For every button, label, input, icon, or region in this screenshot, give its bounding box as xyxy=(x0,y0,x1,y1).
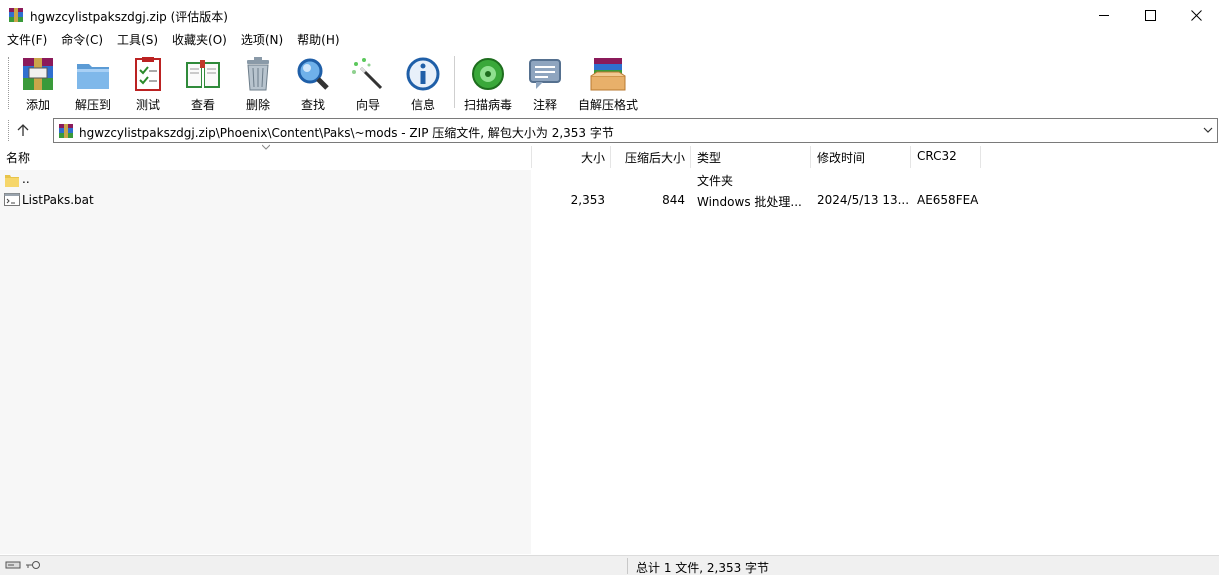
name-column-area xyxy=(0,170,531,554)
view-button[interactable]: 查看 xyxy=(180,56,226,112)
title-bar: hgwzcylistpakszdgj.zip (评估版本) xyxy=(0,0,1219,31)
wizard-wand-icon xyxy=(352,58,383,90)
wizard-button[interactable]: 向导 xyxy=(348,56,388,112)
column-divider[interactable] xyxy=(910,146,911,168)
table-row[interactable]: ListPaks.bat 2,353 844 Windows 批处理... 20… xyxy=(0,191,1219,211)
add-button[interactable]: 添加 xyxy=(18,56,58,112)
delete-label: 删除 xyxy=(245,98,270,112)
scan-virus-label: 扫描病毒 xyxy=(463,98,512,112)
maximize-icon xyxy=(1144,10,1156,21)
maximize-button[interactable] xyxy=(1127,0,1173,31)
batch-file-icon xyxy=(4,193,20,206)
info-icon xyxy=(406,57,440,91)
menu-help[interactable]: 帮助(H) xyxy=(290,31,346,51)
comment-icon xyxy=(529,59,561,89)
winrar-window: hgwzcylistpakszdgj.zip (评估版本) 文件(F) 命令(C… xyxy=(0,0,1219,575)
winrar-icon xyxy=(9,8,23,22)
status-divider xyxy=(627,558,628,574)
file-list: 名称 大小 压缩后大小 类型 修改时间 CRC32 .. 文件夹 ListPak… xyxy=(0,144,1219,554)
col-header-name[interactable]: 名称 xyxy=(6,149,30,167)
wizard-label: 向导 xyxy=(355,98,380,112)
column-divider[interactable] xyxy=(980,146,981,168)
close-icon xyxy=(1190,10,1202,21)
toolbar: 添加 解压到 测试 查看 删除 查找 向导 信息 扫描病毒 注释 自解压格式 xyxy=(0,51,1219,114)
key-icon[interactable] xyxy=(25,559,41,571)
status-bar: 总计 1 文件, 2,353 字节 xyxy=(0,555,1219,575)
file-size: 2,353 xyxy=(570,193,605,207)
drive-icon[interactable] xyxy=(5,559,21,571)
menu-file[interactable]: 文件(F) xyxy=(0,31,54,51)
close-button[interactable] xyxy=(1173,0,1219,31)
trash-icon xyxy=(247,57,269,91)
window-title: hgwzcylistpakszdgj.zip (评估版本) xyxy=(30,10,228,24)
comment-button[interactable]: 注释 xyxy=(525,56,565,112)
file-type: Windows 批处理... xyxy=(697,195,802,209)
comment-label: 注释 xyxy=(532,98,557,112)
table-row[interactable]: .. 文件夹 xyxy=(0,170,1219,190)
chevron-down-icon[interactable] xyxy=(1203,125,1213,135)
toolbar-separator xyxy=(454,56,455,108)
test-button[interactable]: 测试 xyxy=(128,56,168,112)
col-header-size[interactable]: 大小 xyxy=(560,149,605,167)
minimize-icon xyxy=(1098,15,1109,16)
file-name: ListPaks.bat xyxy=(22,193,94,207)
magnifier-icon xyxy=(297,58,329,90)
add-archive-icon xyxy=(23,58,53,90)
up-folder-button[interactable] xyxy=(14,119,32,141)
file-crc: AE658FEA xyxy=(917,193,979,207)
file-packed-size: 844 xyxy=(662,193,685,207)
extract-folder-icon xyxy=(77,64,109,89)
file-type: 文件夹 xyxy=(697,174,734,188)
find-button[interactable]: 查找 xyxy=(293,56,333,112)
col-header-crc[interactable]: CRC32 xyxy=(917,149,957,167)
status-icons xyxy=(5,559,41,574)
address-combobox[interactable]: hgwzcylistpakszdgj.zip\Phoenix\Content\P… xyxy=(53,118,1218,143)
minimize-button[interactable] xyxy=(1081,0,1127,31)
file-modified: 2024/5/13 13... xyxy=(817,193,910,207)
address-row: hgwzcylistpakszdgj.zip\Phoenix\Content\P… xyxy=(0,116,1219,145)
arrow-up-icon xyxy=(17,124,29,136)
info-label: 信息 xyxy=(410,98,435,112)
menu-tools[interactable]: 工具(S) xyxy=(110,31,165,51)
info-button[interactable]: 信息 xyxy=(403,56,443,112)
extract-to-label: 解压到 xyxy=(74,98,111,112)
view-book-icon xyxy=(186,60,220,88)
add-label: 添加 xyxy=(25,98,50,112)
test-label: 测试 xyxy=(135,98,160,112)
menu-options[interactable]: 选项(N) xyxy=(234,31,290,51)
view-label: 查看 xyxy=(190,98,215,112)
col-header-modified[interactable]: 修改时间 xyxy=(817,149,865,167)
toolbar-grip[interactable] xyxy=(8,57,10,109)
sfx-label: 自解压格式 xyxy=(577,98,638,112)
address-grip[interactable] xyxy=(8,120,10,141)
menu-favorites[interactable]: 收藏夹(O) xyxy=(165,31,234,51)
zip-archive-icon xyxy=(59,124,73,138)
folder-icon xyxy=(5,175,19,187)
column-divider[interactable] xyxy=(690,146,691,168)
delete-button[interactable]: 删除 xyxy=(238,56,278,112)
find-label: 查找 xyxy=(300,98,325,112)
virus-scan-icon xyxy=(472,58,504,90)
menu-commands[interactable]: 命令(C) xyxy=(54,31,110,51)
extract-to-button[interactable]: 解压到 xyxy=(70,56,116,112)
column-divider[interactable] xyxy=(531,146,532,168)
list-header: 名称 大小 压缩后大小 类型 修改时间 CRC32 xyxy=(0,144,1219,170)
status-summary: 总计 1 文件, 2,353 字节 xyxy=(636,561,770,575)
address-path: hgwzcylistpakszdgj.zip\Phoenix\Content\P… xyxy=(79,126,614,140)
col-header-packed[interactable]: 压缩后大小 xyxy=(614,149,685,167)
test-checklist-icon xyxy=(135,57,161,91)
column-divider[interactable] xyxy=(810,146,811,168)
menu-bar: 文件(F) 命令(C) 工具(S) 收藏夹(O) 选项(N) 帮助(H) xyxy=(0,31,1219,51)
sort-ascending-icon xyxy=(262,144,270,150)
scan-virus-button[interactable]: 扫描病毒 xyxy=(461,56,515,112)
file-name: .. xyxy=(22,172,30,186)
col-header-type[interactable]: 类型 xyxy=(697,149,721,167)
column-divider[interactable] xyxy=(610,146,611,168)
sfx-box-icon xyxy=(590,58,626,91)
sfx-button[interactable]: 自解压格式 xyxy=(576,56,640,112)
